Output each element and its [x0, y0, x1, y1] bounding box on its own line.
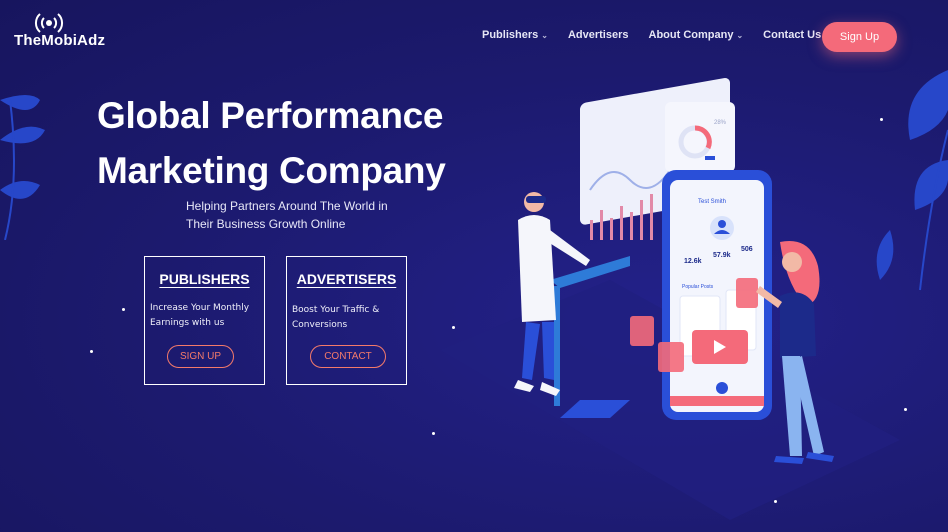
brand-name: TheMobiAdz	[14, 32, 106, 49]
publishers-signup-button[interactable]: SIGN UP	[167, 345, 234, 368]
floating-tile	[736, 278, 758, 308]
add-post-icon	[716, 382, 728, 394]
hero-title-line: Global Performance	[97, 95, 444, 136]
donut-panel: 28%	[665, 102, 735, 172]
nav-item-label: About Company	[648, 29, 734, 41]
profile-name: Test Smith	[698, 199, 726, 205]
star-decoration	[122, 308, 125, 311]
hero-subtitle-line: Helping Partners Around The World in	[186, 199, 388, 213]
hero-subtitle-line: Their Business Growth Online	[186, 217, 346, 231]
hero-title-line: Marketing Company	[97, 150, 446, 191]
stand	[550, 256, 630, 288]
star-decoration	[90, 350, 93, 353]
chevron-down-icon: ⌄	[541, 30, 548, 40]
nav-item-label: Contact Us	[763, 29, 822, 41]
publishers-card: PUBLISHERS Increase Your Monthly Earning…	[144, 256, 265, 385]
card-desc-line: Conversions	[292, 320, 348, 330]
advertisers-card-description: Boost Your Traffic & Conversions	[292, 303, 402, 333]
hero-illustration: 28% Test Smith 12.6k 57.9k 506 Popular P…	[440, 78, 900, 520]
nav-item-contact-us[interactable]: Contact Us	[763, 29, 821, 41]
hero-title: Global Performance Marketing Company	[97, 88, 446, 198]
stat-value: 57.9k	[713, 252, 731, 259]
nav-item-advertisers[interactable]: Advertisers	[568, 29, 629, 41]
advertisers-contact-button[interactable]: CONTACT	[310, 345, 386, 368]
advertisers-card-title[interactable]: ADVERTISERS	[287, 271, 406, 287]
floating-tile	[630, 316, 654, 346]
hero-subtitle: Helping Partners Around The World in The…	[186, 197, 388, 233]
publishers-card-title[interactable]: PUBLISHERS	[145, 271, 264, 287]
nav-item-label: Publishers	[482, 29, 539, 41]
signup-button[interactable]: Sign Up	[822, 22, 897, 52]
advertisers-card: ADVERTISERS Boost Your Traffic & Convers…	[286, 256, 407, 385]
donut-label: 28%	[714, 120, 727, 126]
landing-page: TheMobiAdz Publishers ⌄ Advertisers Abou…	[0, 0, 948, 532]
stat-value: 506	[741, 246, 753, 253]
stat-value: 12.6k	[684, 258, 702, 265]
section-label: Popular Posts	[682, 284, 714, 290]
broadcast-signal-icon	[34, 13, 64, 33]
nav-item-publishers[interactable]: Publishers ⌄	[482, 29, 548, 41]
card-desc-line: Increase Your Monthly	[150, 303, 250, 313]
brand-logo[interactable]: TheMobiAdz	[14, 12, 124, 52]
main-nav: Publishers ⌄ Advertisers About Company ⌄…	[482, 29, 841, 41]
card-desc-line: Boost Your Traffic &	[292, 305, 380, 315]
publishers-card-description: Increase Your Monthly Earnings with us	[150, 301, 260, 331]
card-desc-line: Earnings with us	[150, 318, 225, 328]
nav-item-about-company[interactable]: About Company ⌄	[649, 29, 744, 41]
chevron-down-icon: ⌄	[736, 30, 744, 40]
floating-tile	[658, 342, 684, 372]
leaf-decoration-left	[0, 95, 45, 240]
nav-item-label: Advertisers	[567, 29, 629, 41]
